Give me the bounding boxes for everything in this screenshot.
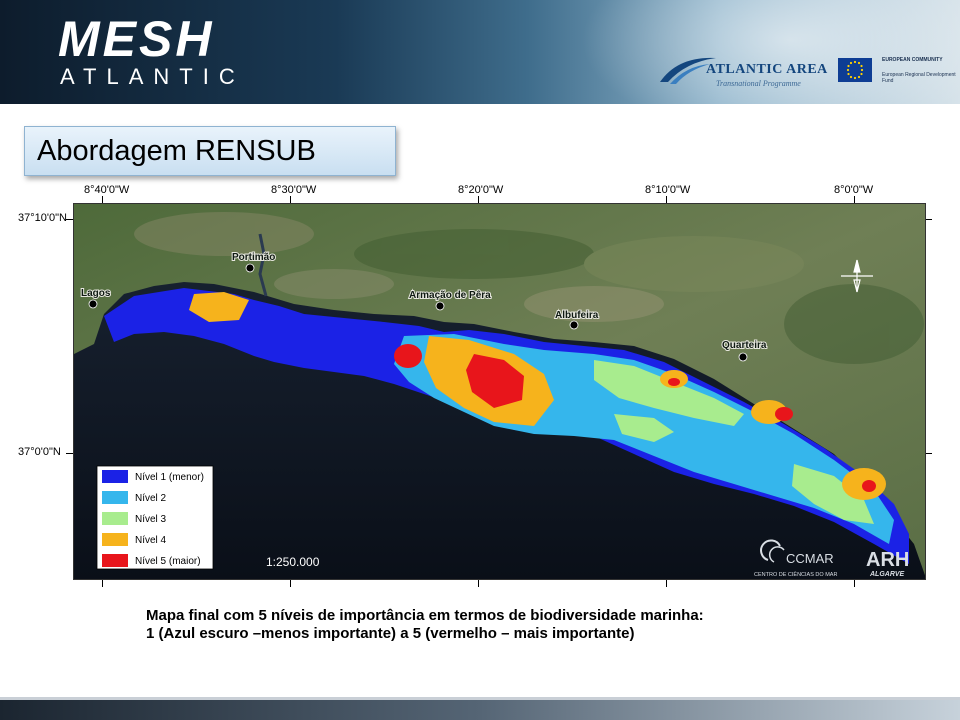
legend-swatch-level-4 [102, 533, 128, 546]
mesh-logo: MESH [58, 11, 215, 67]
biodiversity-map[interactable]: Portimão Lagos Armação de Pêra Albufeira… [73, 203, 926, 580]
grid-tick [854, 196, 855, 203]
legend-label: Nível 2 [135, 493, 167, 504]
map-scale: 1:250.000 [266, 555, 320, 569]
grid-tick [290, 196, 291, 203]
atlantic-area-subtitle: Transnational Programme [716, 79, 801, 88]
arh-sublabel: ALGARVE [869, 571, 905, 578]
grid-tick [926, 453, 932, 454]
place-label-armacao: Armação de Pêra [409, 290, 491, 301]
banner-glow [580, 0, 960, 104]
longitude-label: 8°0'0"W [834, 184, 874, 196]
grid-tick [666, 196, 667, 203]
footer-strip [0, 700, 960, 720]
place-dot-quarteira [738, 352, 748, 362]
legend-swatch-level-1 [102, 470, 128, 483]
legend-label: Nível 1 (menor) [135, 472, 204, 483]
grid-tick [290, 580, 291, 587]
place-dot-armacao [435, 301, 445, 311]
grid-tick [102, 580, 103, 587]
eu-label: EUROPEAN COMMUNITY [882, 57, 943, 63]
legend-swatch-level-3 [102, 512, 128, 525]
map-caption: Mapa final com 5 níveis de importância e… [146, 607, 866, 643]
longitude-label: 8°30'0"W [271, 184, 317, 196]
legend-label: Nível 4 [135, 535, 167, 546]
place-dot-lagos [88, 299, 98, 309]
mesh-logo-subtitle: ATLANTIC [60, 64, 245, 89]
place-label-albufeira: Albufeira [555, 310, 599, 321]
ccmar-label: CCMAR [786, 551, 834, 566]
legend-swatch-level-2 [102, 491, 128, 504]
legend-label: Nível 3 [135, 514, 167, 525]
place-dot-albufeira [569, 320, 579, 330]
legend-swatch-level-5 [102, 554, 128, 567]
grid-tick [478, 196, 479, 203]
grid-tick [666, 580, 667, 587]
longitude-label: 8°20'0"W [458, 184, 504, 196]
map-legend: Nível 1 (menor) Nível 2 Nível 3 Nível 4 … [96, 465, 214, 570]
ccmar-sublabel: CENTRO DE CIÊNCIAS DO MAR [754, 570, 837, 578]
place-label-lagos: Lagos [81, 288, 111, 299]
zone-level-5 [394, 344, 422, 368]
legend-label: Nível 5 (maior) [135, 556, 201, 567]
slide-title-box: Abordagem RENSUB [24, 126, 396, 176]
longitude-label: 8°10'0"W [645, 184, 691, 196]
place-label-quarteira: Quarteira [722, 340, 767, 351]
slide-title: Abordagem RENSUB [37, 135, 316, 167]
caption-line: 1 (Azul escuro –menos importante) a 5 (v… [146, 625, 635, 642]
latitude-label: 37°10'0"N [18, 212, 67, 224]
eu-flag-icon [838, 58, 872, 82]
grid-tick [854, 580, 855, 587]
atlantic-area-logo: ATLANTIC AREA [706, 62, 828, 77]
grid-tick [66, 453, 73, 454]
zone-level-5 [862, 480, 876, 492]
grid-tick [102, 196, 103, 203]
grid-tick [66, 219, 73, 220]
place-dot-portimao [245, 263, 255, 273]
header-banner: MESH ATLANTIC ATLANTIC AREA Transnationa… [0, 0, 960, 104]
longitude-label: 8°40'0"W [84, 184, 130, 196]
place-label-portimao: Portimão [232, 252, 275, 263]
zone-level-5 [668, 378, 680, 386]
arh-label: ARH [866, 549, 909, 571]
arh-logo: ARH ALGARVE [866, 549, 909, 578]
latitude-label: 37°0'0"N [18, 446, 61, 458]
eu-fund-label: European Regional Development Fund [882, 72, 956, 84]
grid-tick [926, 219, 932, 220]
zone-level-5 [775, 407, 793, 421]
grid-tick [478, 580, 479, 587]
caption-line: Mapa final com 5 níveis de importância e… [146, 607, 704, 624]
